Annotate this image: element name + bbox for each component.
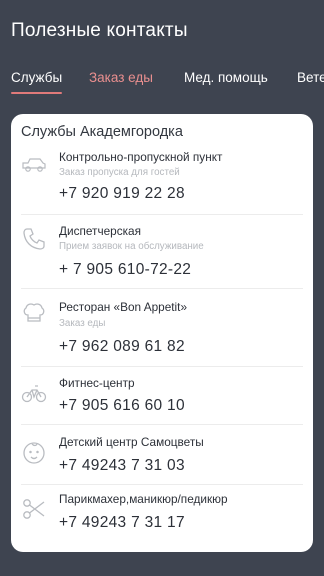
services-card: Службы Академгородка Контрольно-пропускн… xyxy=(11,114,313,552)
contact-name: Контрольно-пропускной пункт xyxy=(59,150,223,164)
phone-icon xyxy=(21,226,47,252)
chef-hat-icon xyxy=(21,300,47,326)
tab-food-order[interactable]: Заказ еды xyxy=(89,70,153,85)
tab-bar: Службы Заказ еды Мед. помощь Вете xyxy=(0,64,324,94)
contact-phone[interactable]: +7 905 616 60 10 xyxy=(59,397,185,415)
contact-item-fitness[interactable]: Фитнес-центр +7 905 616 60 10 xyxy=(21,366,303,425)
contact-phone[interactable]: + 7 905 610-72-22 xyxy=(59,261,191,279)
car-icon xyxy=(21,152,47,178)
contact-description: Прием заявок на обслуживание xyxy=(59,241,204,252)
contact-description: Заказ еды xyxy=(59,318,106,329)
contact-description: Заказ пропуска для гостей xyxy=(59,167,180,178)
baby-icon xyxy=(21,440,47,466)
contact-phone[interactable]: +7 962 089 61 82 xyxy=(59,338,185,356)
contact-name: Парикмахер,маникюр/педикюр xyxy=(59,492,228,506)
page-title: Полезные контакты xyxy=(11,20,188,41)
tab-veterinary[interactable]: Вете xyxy=(297,70,324,85)
contact-name: Ресторан «Bon Appetit» xyxy=(59,300,188,314)
contact-item-restaurant[interactable]: Ресторан «Bon Appetit» Заказ еды +7 962 … xyxy=(21,288,303,367)
contact-item-checkpoint[interactable]: Контрольно-пропускной пункт Заказ пропус… xyxy=(21,148,303,215)
contact-name: Детский центр Самоцветы xyxy=(59,435,204,449)
scissors-icon xyxy=(21,496,47,522)
home-indicator xyxy=(0,558,324,576)
tab-services[interactable]: Службы xyxy=(11,70,63,94)
contact-phone[interactable]: +7 49243 7 31 17 xyxy=(59,514,185,532)
tab-medical-help[interactable]: Мед. помощь xyxy=(184,70,268,85)
contact-phone[interactable]: +7 49243 7 31 03 xyxy=(59,457,185,475)
contact-name: Диспетчерская xyxy=(59,224,141,238)
card-title: Службы Академгородка xyxy=(21,124,183,140)
contact-name: Фитнес-центр xyxy=(59,376,135,390)
contact-item-hairdresser[interactable]: Парикмахер,маникюр/педикюр +7 49243 7 31… xyxy=(21,484,303,550)
contact-item-dispatcher[interactable]: Диспетчерская Прием заявок на обслуживан… xyxy=(21,214,303,289)
contact-phone[interactable]: +7 920 919 22 28 xyxy=(59,185,185,203)
bicycle-icon xyxy=(21,380,47,406)
contact-item-kids-center[interactable]: Детский центр Самоцветы +7 49243 7 31 03 xyxy=(21,424,303,485)
